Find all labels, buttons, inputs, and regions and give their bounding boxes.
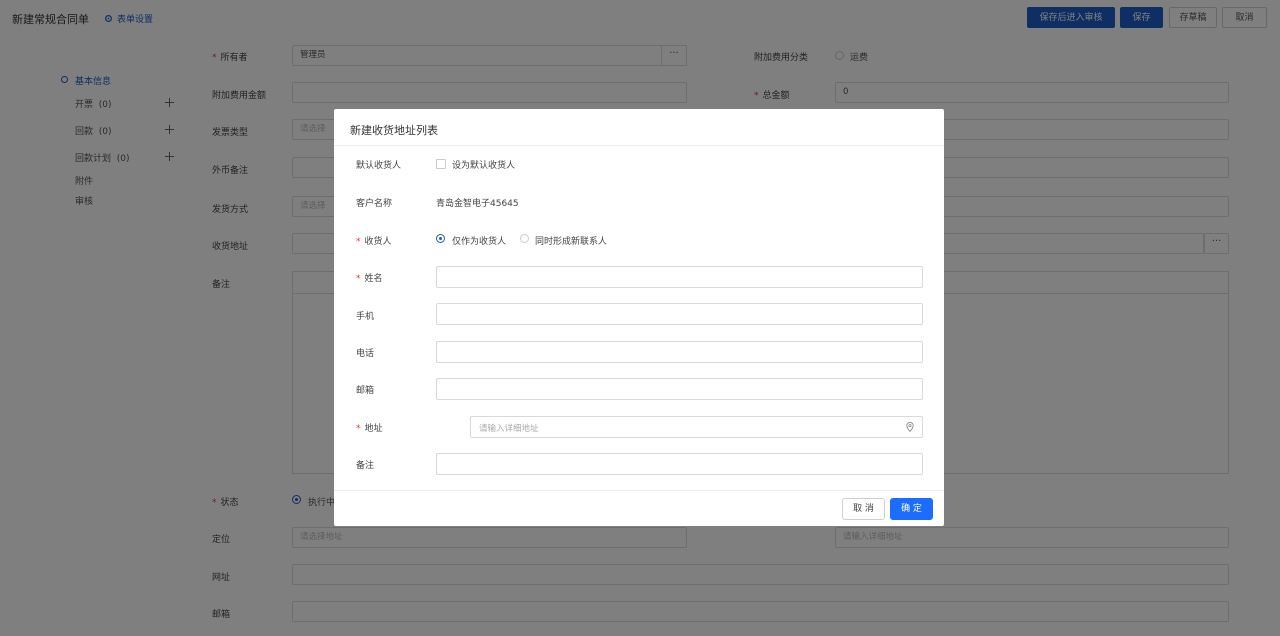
receiver-only-radio[interactable]	[436, 234, 445, 243]
modal-confirm-button[interactable]: 确 定	[890, 498, 933, 520]
modal-footer-divider	[334, 490, 944, 491]
mobile-input[interactable]	[436, 303, 923, 325]
mobile-label: 手机	[356, 312, 375, 322]
new-contact-radio[interactable]	[520, 234, 529, 243]
default-receiver-label: 默认收货人	[356, 161, 402, 171]
default-receiver-checkbox[interactable]	[436, 159, 446, 169]
location-pin-icon[interactable]	[906, 422, 914, 432]
receiver-only-label: 仅作为收货人	[452, 237, 507, 247]
modal-email-label: 邮箱	[356, 386, 375, 396]
address-label: * 地址	[356, 424, 383, 434]
phone-label: 电话	[356, 349, 375, 359]
modal-remark-label: 备注	[356, 461, 375, 471]
name-label: * 姓名	[356, 274, 383, 284]
modal-cancel-button[interactable]: 取 消	[842, 498, 885, 520]
address-input[interactable]: 请输入详细地址	[470, 416, 923, 438]
modal-remark-input[interactable]	[436, 453, 923, 475]
default-receiver-checkbox-label: 设为默认收货人	[452, 161, 516, 171]
modal-title: 新建收货地址列表	[350, 124, 438, 137]
modal-header-divider	[334, 145, 944, 146]
name-input[interactable]	[436, 266, 923, 288]
modal-email-input[interactable]	[436, 378, 923, 400]
address-placeholder: 请输入详细地址	[479, 424, 539, 434]
new-contact-label: 同时形成新联系人	[535, 237, 608, 247]
phone-input[interactable]	[436, 341, 923, 363]
receiver-label: * 收货人	[356, 237, 392, 247]
customer-name-label: 客户名称	[356, 199, 393, 209]
new-shipping-address-modal: 新建收货地址列表 默认收货人 设为默认收货人 客户名称 青岛金智电子45645 …	[334, 109, 944, 526]
customer-name-value: 青岛金智电子45645	[436, 199, 519, 209]
